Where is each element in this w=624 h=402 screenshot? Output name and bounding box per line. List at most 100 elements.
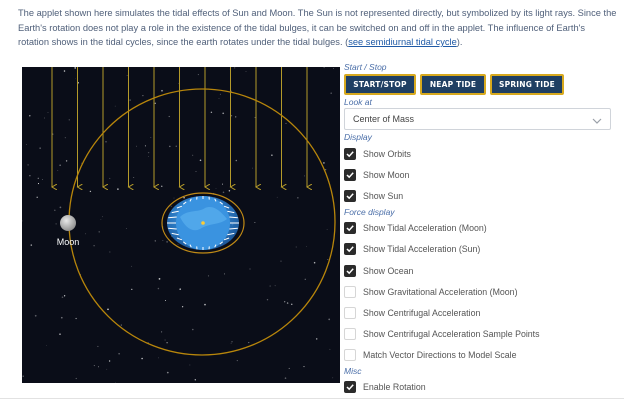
star — [30, 244, 33, 246]
star — [61, 296, 64, 299]
checkbox[interactable] — [344, 168, 356, 181]
checkbox-row[interactable]: Show Gravitational Acceleration (Moon) — [344, 281, 614, 302]
look-at-select[interactable]: Center of Mass — [344, 108, 611, 130]
checkmark-icon — [346, 384, 354, 391]
star — [204, 303, 206, 306]
star — [269, 285, 271, 287]
star — [157, 287, 160, 290]
star — [165, 300, 166, 301]
star — [60, 316, 63, 319]
checkbox[interactable] — [344, 306, 356, 319]
star — [254, 117, 256, 118]
star — [59, 206, 62, 209]
tidal-vector — [168, 216, 177, 219]
checkbox[interactable] — [344, 222, 356, 235]
display-options: Show Orbits Show Moon Show Sun — [344, 143, 614, 207]
spring-tide-button[interactable]: SPRING TIDE — [490, 74, 564, 95]
star — [57, 170, 59, 172]
force-option-label: Show Centrifugal Acceleration Sample Poi… — [363, 329, 540, 340]
star — [304, 278, 306, 280]
star — [291, 303, 293, 305]
star — [166, 371, 169, 374]
star — [192, 154, 194, 156]
star — [109, 177, 111, 179]
moon-label: Moon — [57, 237, 80, 247]
checkbox[interactable] — [344, 264, 356, 277]
star — [222, 183, 223, 185]
intro-tail: ). — [456, 37, 463, 47]
star — [286, 302, 289, 304]
star — [100, 219, 102, 220]
checkbox[interactable] — [344, 243, 356, 256]
star — [120, 324, 122, 326]
start-stop-button[interactable]: START/STOP — [344, 74, 416, 95]
checkbox-row[interactable]: Show Tidal Acceleration (Sun) — [344, 239, 614, 260]
star — [75, 78, 76, 80]
star — [230, 342, 232, 344]
star — [93, 365, 95, 367]
checkbox[interactable] — [344, 285, 356, 298]
checkbox-row[interactable]: Show Tidal Acceleration (Moon) — [344, 218, 614, 239]
star — [274, 285, 276, 287]
checkbox-row[interactable]: Show Moon — [344, 164, 614, 185]
star — [326, 229, 328, 230]
checkbox[interactable] — [344, 349, 356, 362]
star — [170, 205, 172, 207]
display-option-label: Show Orbits — [363, 148, 411, 159]
checkmark-icon — [346, 225, 354, 232]
star — [75, 377, 77, 380]
star — [313, 261, 316, 264]
star — [22, 375, 24, 377]
checkbox-row[interactable]: Show Orbits — [344, 143, 614, 164]
star — [162, 240, 164, 241]
star — [98, 366, 99, 368]
star — [199, 159, 202, 162]
star — [85, 233, 87, 235]
checkbox[interactable] — [344, 328, 356, 341]
display-option-label: Show Sun — [363, 190, 404, 201]
star — [284, 377, 287, 379]
force-option-label: Match Vector Directions to Model Scale — [363, 350, 517, 361]
star — [161, 185, 163, 187]
star — [105, 141, 107, 143]
checkbox-row[interactable]: Show Sun — [344, 185, 614, 206]
star — [235, 116, 237, 118]
semidiurnal-tidal-cycle-link[interactable]: see semidiurnal tidal cycle — [348, 37, 457, 47]
star — [332, 68, 334, 69]
star — [147, 151, 150, 154]
star — [179, 288, 181, 290]
checkbox-row[interactable]: Show Centrifugal Acceleration Sample Poi… — [344, 324, 614, 345]
look-at-selected-value: Center of Mass — [353, 114, 415, 124]
checkbox[interactable] — [344, 381, 356, 394]
checkbox-row[interactable]: Show Centrifugal Acceleration — [344, 302, 614, 323]
checkmark-icon — [346, 246, 354, 253]
moon[interactable] — [60, 215, 76, 231]
star — [194, 379, 196, 381]
star — [54, 209, 56, 212]
bottom-divider — [0, 398, 624, 399]
tidal-simulation-canvas[interactable]: Moon — [22, 67, 340, 383]
star — [234, 67, 236, 69]
star — [295, 246, 297, 248]
star — [41, 178, 43, 180]
star — [173, 197, 175, 199]
chevron-down-icon — [592, 113, 602, 133]
force-display-options: Show Tidal Acceleration (Moon) Show Tidal… — [344, 218, 614, 366]
star — [328, 318, 331, 321]
star — [74, 67, 76, 69]
star — [29, 115, 31, 117]
star — [304, 175, 305, 177]
star — [330, 92, 333, 94]
neap-tide-button[interactable]: NEAP TIDE — [420, 74, 486, 95]
checkbox[interactable] — [344, 189, 356, 202]
star — [44, 117, 45, 119]
checkbox-row[interactable]: Match Vector Directions to Model Scale — [344, 345, 614, 366]
star — [249, 268, 251, 270]
checkbox-row[interactable]: Enable Rotation — [344, 377, 614, 398]
checkbox[interactable] — [344, 147, 356, 160]
star — [166, 241, 168, 243]
star — [285, 122, 287, 124]
checkbox-row[interactable]: Show Ocean — [344, 260, 614, 281]
star — [183, 196, 185, 199]
star — [129, 99, 131, 101]
